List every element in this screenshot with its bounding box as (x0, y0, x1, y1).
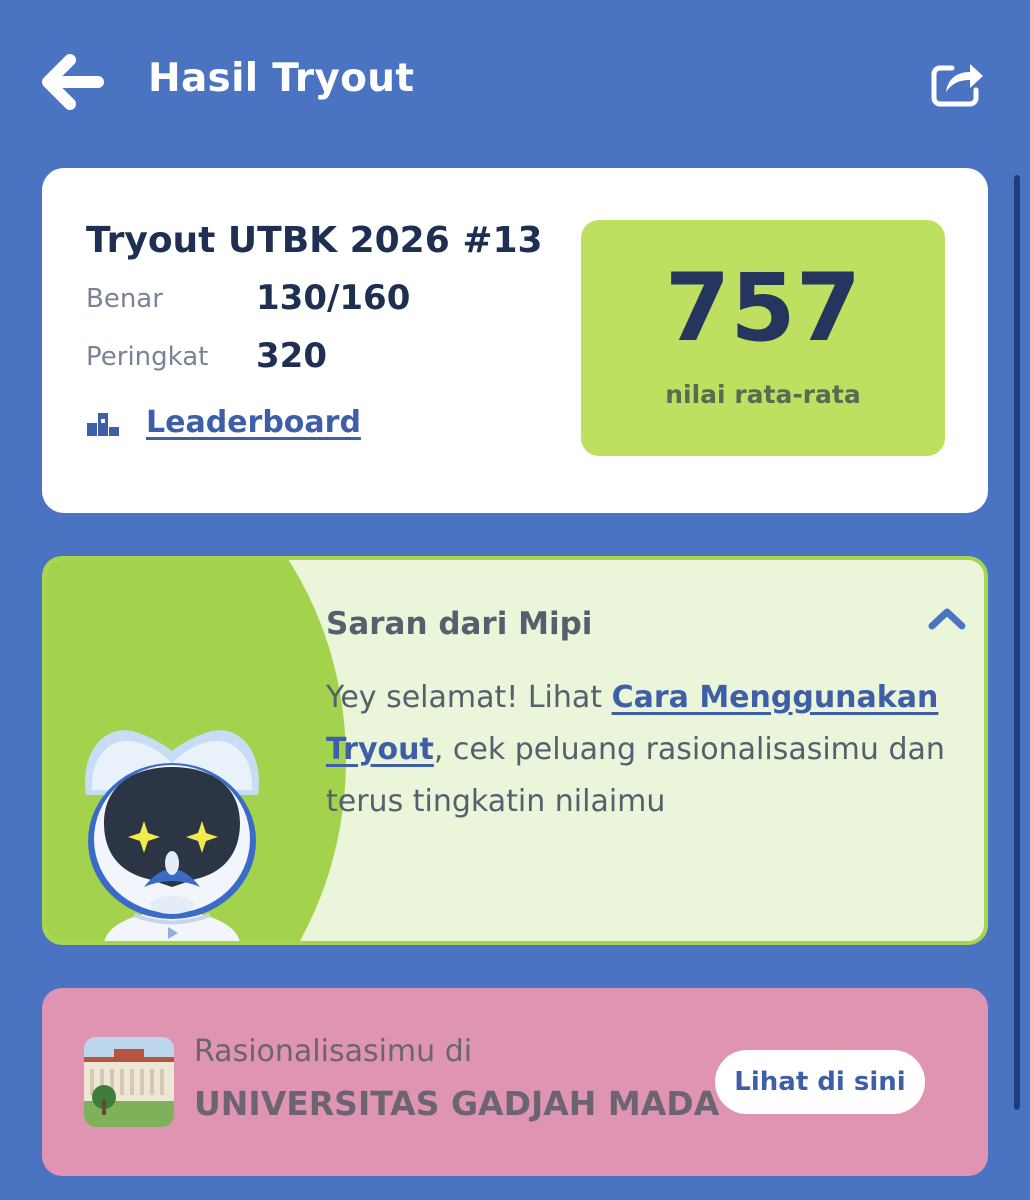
share-button[interactable] (930, 56, 986, 108)
page-title: Hasil Tryout (148, 56, 415, 101)
collapse-button[interactable] (926, 604, 968, 632)
university-name: UNIVERSITAS GADJAH MADA (194, 1084, 720, 1123)
rationalization-label: Rasionalisasimu di (194, 1034, 473, 1069)
rationalization-card[interactable]: Rasionalisasimu di UNIVERSITAS GADJAH MA… (42, 988, 988, 1176)
leaderboard-link[interactable]: Leaderboard (86, 400, 361, 444)
score-box: 757 nilai rata-rata (581, 220, 945, 456)
back-button[interactable] (40, 52, 106, 112)
arrow-left-icon (42, 54, 104, 110)
app-header: Hasil Tryout (0, 0, 1030, 165)
podium-icon (87, 413, 119, 436)
rank-value: 320 (256, 336, 327, 376)
average-score: 757 (664, 254, 862, 363)
mipi-robot-mascot (85, 730, 259, 941)
suggestion-text-before: Yey selamat! Lihat (326, 680, 612, 715)
scrollbar[interactable] (1014, 175, 1020, 1110)
chevron-up-icon (928, 608, 966, 630)
correct-label: Benar (86, 284, 163, 314)
tryout-name: Tryout UTBK 2026 #13 (86, 220, 543, 261)
university-building-image (84, 1037, 174, 1127)
suggestion-card: Saran dari Mipi Yey selamat! Lihat Cara … (42, 556, 988, 945)
view-here-button[interactable]: Lihat di sini (715, 1050, 925, 1114)
share-icon (931, 64, 983, 107)
suggestion-title: Saran dari Mipi (326, 606, 593, 642)
score-caption: nilai rata-rata (665, 380, 861, 409)
suggestion-text: Yey selamat! Lihat Cara Menggunakan Tryo… (326, 672, 966, 828)
correct-value: 130/160 (256, 278, 411, 318)
rank-label: Peringkat (86, 342, 209, 372)
leaderboard-label: Leaderboard (146, 404, 361, 440)
score-card: Tryout UTBK 2026 #13 Benar 130/160 Perin… (42, 168, 988, 513)
